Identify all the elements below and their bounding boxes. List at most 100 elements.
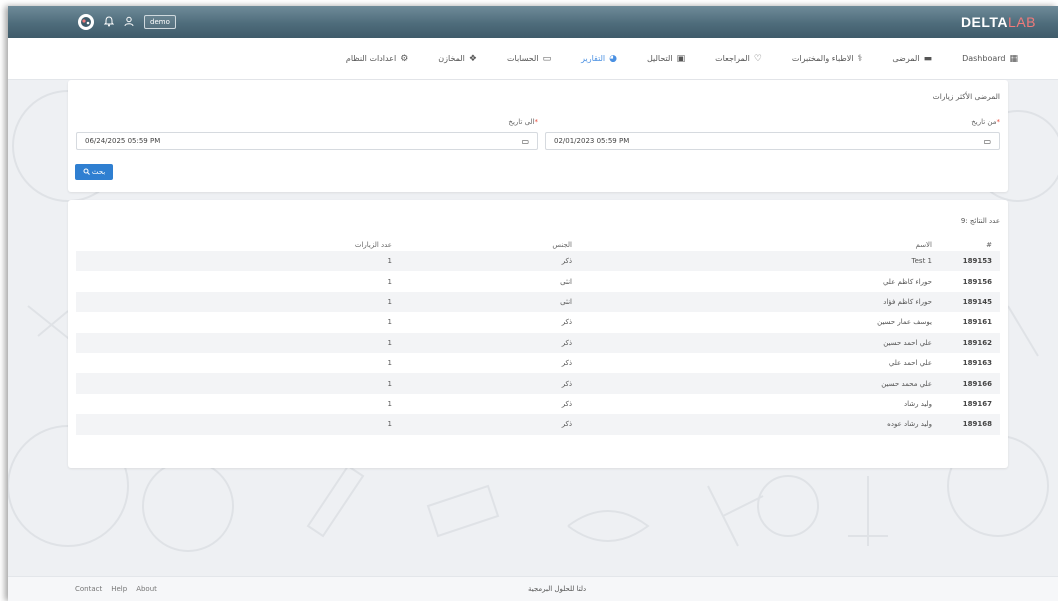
- row-name: يوسف عمار حسين: [877, 318, 932, 327]
- row-id: 189162: [962, 338, 992, 347]
- search-icon: [83, 168, 90, 177]
- table-row[interactable]: 189162 علي احمد حسين ذكر 1: [76, 332, 1000, 353]
- table-header-row: # الاسم الجنس عدد الزيارات: [76, 238, 1000, 251]
- row-gender: ذكر: [561, 257, 572, 266]
- brand-delta: DELTA: [960, 14, 1009, 30]
- row-visits: 1: [387, 338, 392, 347]
- filter-title: المرضى الأكثر زيارات: [932, 92, 1000, 101]
- briefcase-icon: ▣: [676, 53, 686, 64]
- results-card: عدد النتائج :9 # الاسم الجنس عدد الزيارا…: [68, 200, 1008, 468]
- row-name: حوراء كاظم علي: [882, 277, 932, 286]
- row-name: علي محمد حسين: [881, 379, 932, 388]
- user-menu-button[interactable]: demo: [144, 15, 176, 29]
- row-name: علي احمد علي: [888, 359, 932, 368]
- row-gender: ذكر: [561, 359, 572, 368]
- user-icon[interactable]: [124, 16, 134, 29]
- from-date-input[interactable]: 02/01/2023 05:59 PM ▭: [545, 132, 1000, 150]
- main-navigation: Dashboard ▦ المرضى ▬ الاطباء والمختبرات …: [8, 38, 1058, 80]
- nav-reports-label: التقارير: [581, 54, 606, 63]
- to-date-input[interactable]: 06/24/2025 05:59 PM ▭: [76, 132, 538, 150]
- footer-link-help[interactable]: Help: [111, 585, 127, 593]
- nav-tests-label: التحاليل: [647, 54, 673, 63]
- table-row[interactable]: 189168 وليد رشاد عوده ذكر 1: [76, 414, 1000, 435]
- table-row[interactable]: 189156 حوراء كاظم علي انثى 1: [76, 271, 1000, 291]
- nav-dashboard-label: Dashboard: [962, 54, 1006, 63]
- nav-reports[interactable]: التقارير ◕: [581, 54, 617, 64]
- row-visits: 1: [387, 420, 392, 429]
- from-date-label: *من تاريخ: [971, 118, 1000, 126]
- nav-settings[interactable]: اعدادات النظام ⚙: [346, 54, 408, 64]
- footer-link-about[interactable]: About: [136, 585, 157, 593]
- to-date-value: 06/24/2025 05:59 PM: [85, 137, 161, 145]
- col-name-header: الاسم: [915, 240, 932, 249]
- top-bar: demo DELTALAB: [8, 6, 1058, 38]
- row-gender: ذكر: [561, 318, 572, 327]
- pie-chart-icon: ◕: [609, 53, 617, 64]
- row-gender: ذكر: [561, 399, 572, 408]
- row-visits: 1: [387, 359, 392, 368]
- col-gender-header: الجنس: [552, 240, 572, 249]
- calendar-icon[interactable]: ▭: [983, 137, 991, 146]
- nav-doctors-labs-label: الاطباء والمختبرات: [791, 54, 854, 63]
- heart-icon: ♡: [753, 53, 762, 64]
- row-id: 189166: [962, 379, 992, 388]
- table-row[interactable]: 189166 علي محمد حسين ذكر 1: [76, 373, 1000, 394]
- money-icon: ▭: [542, 53, 552, 64]
- result-count: عدد النتائج :9: [960, 217, 1000, 225]
- nav-patients[interactable]: المرضى ▬: [892, 54, 932, 64]
- gear-icon: ⚙: [400, 53, 409, 64]
- row-id: 189163: [962, 359, 992, 368]
- row-id: 189145: [962, 297, 992, 306]
- col-visits-header: عدد الزيارات: [354, 240, 392, 249]
- row-visits: 1: [387, 297, 392, 306]
- nav-patients-label: المرضى: [892, 54, 920, 63]
- nav-dashboard[interactable]: Dashboard ▦: [962, 54, 1018, 64]
- footer-links: Contact Help About: [75, 585, 157, 593]
- row-name: علي احمد حسين: [883, 338, 932, 347]
- table-row[interactable]: 189167 وليد رشاد ذكر 1: [76, 394, 1000, 414]
- filter-card: المرضى الأكثر زيارات *من تاريخ 02/01/202…: [68, 80, 1008, 192]
- row-id: 189161: [962, 318, 992, 327]
- calendar-icon[interactable]: ▭: [521, 137, 529, 146]
- search-button[interactable]: بحث: [75, 164, 113, 180]
- table-row[interactable]: 189153 Test 1 ذكر 1: [76, 251, 1000, 272]
- nav-visits[interactable]: المراجعات ♡: [715, 54, 762, 64]
- brand-logo: DELTALAB: [961, 14, 1036, 30]
- results-table: # الاسم الجنس عدد الزيارات 189153 Test 1…: [76, 238, 1000, 435]
- row-visits: 1: [387, 399, 392, 408]
- row-name: Test 1: [911, 257, 932, 266]
- bell-icon[interactable]: [103, 15, 115, 29]
- row-visits: 1: [387, 277, 392, 286]
- grid-icon: ▦: [1009, 53, 1018, 64]
- boxes-icon: ❖: [468, 53, 477, 64]
- nav-accounts-label: الحسابات: [506, 54, 539, 63]
- nav-doctors-labs[interactable]: الاطباء والمختبرات ⚕: [792, 54, 863, 64]
- col-id-header: #: [986, 240, 992, 249]
- table-row[interactable]: 189161 يوسف عمار حسين ذكر 1: [76, 312, 1000, 332]
- row-name: وليد رشاد عوده: [887, 420, 932, 429]
- row-visits: 1: [387, 257, 392, 266]
- footer-company: دلتا للحلول البرمجية: [528, 585, 587, 593]
- row-gender: انثى: [560, 277, 572, 286]
- row-name: حوراء كاظم فؤاد: [883, 297, 932, 306]
- footer: Contact Help About دلتا للحلول البرمجية: [8, 576, 1058, 601]
- table-row[interactable]: 189163 علي احمد علي ذكر 1: [76, 353, 1000, 373]
- brand-lab: LAB: [1008, 14, 1036, 30]
- row-visits: 1: [387, 318, 392, 327]
- nav-tests[interactable]: التحاليل ▣: [647, 54, 685, 64]
- row-gender: انثى: [560, 297, 572, 306]
- row-id: 189168: [962, 420, 992, 429]
- footer-link-contact[interactable]: Contact: [75, 585, 102, 593]
- nav-settings-label: اعدادات النظام: [345, 54, 397, 63]
- logo-icon[interactable]: [78, 14, 94, 30]
- search-button-label: بحث: [91, 168, 106, 176]
- table-row[interactable]: 189145 حوراء كاظم فؤاد انثى 1: [76, 291, 1000, 313]
- row-gender: ذكر: [561, 420, 572, 429]
- nav-visits-label: المراجعات: [715, 54, 750, 63]
- row-gender: ذكر: [561, 338, 572, 347]
- nav-stores[interactable]: المخازن ❖: [438, 54, 477, 64]
- row-id: 189167: [962, 399, 992, 408]
- nav-accounts[interactable]: الحسابات ▭: [507, 54, 551, 64]
- row-visits: 1: [387, 379, 392, 388]
- row-id: 189153: [962, 257, 992, 266]
